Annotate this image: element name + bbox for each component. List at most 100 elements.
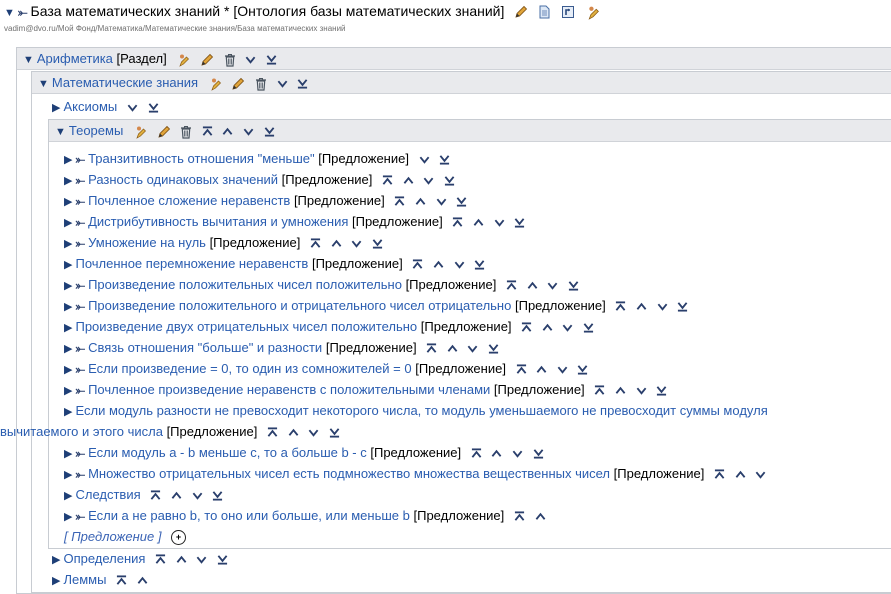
move-up-icon[interactable]: [137, 575, 148, 586]
move-up-icon[interactable]: [222, 126, 233, 137]
move-down-icon[interactable]: [454, 259, 465, 270]
expand-toggle-icon[interactable]: ▶: [64, 276, 72, 296]
move-bottom-icon[interactable]: [488, 343, 499, 354]
move-up-icon[interactable]: [403, 175, 414, 186]
move-down-icon[interactable]: [436, 196, 447, 207]
move-top-icon[interactable]: [615, 301, 626, 312]
move-top-icon[interactable]: [310, 238, 321, 249]
pencil-icon[interactable]: [231, 77, 245, 91]
move-down-icon[interactable]: [494, 217, 505, 228]
move-up-icon[interactable]: [536, 364, 547, 375]
edit-icon[interactable]: [176, 53, 190, 67]
expand-toggle-icon[interactable]: ▶: [64, 360, 72, 380]
move-bottom-icon[interactable]: [439, 154, 450, 165]
item-label[interactable]: Дистрибутивность вычитания и умножения: [88, 214, 348, 229]
item-label[interactable]: Произведение двух отрицательных чисел по…: [75, 319, 417, 334]
item-label[interactable]: Транзитивность отношения "меньше": [88, 151, 315, 166]
move-down-icon[interactable]: [308, 427, 319, 438]
move-top-icon[interactable]: [514, 511, 525, 522]
item-label[interactable]: Если модуль a - b меньше c, то a больше …: [88, 445, 367, 460]
expand-toggle-icon[interactable]: ▶: [64, 192, 72, 212]
move-top-icon[interactable]: [452, 217, 463, 228]
move-up-icon[interactable]: [527, 280, 538, 291]
move-top-icon[interactable]: [471, 448, 482, 459]
expand-toggle-icon[interactable]: ▶: [64, 171, 72, 191]
move-top-icon[interactable]: [202, 126, 213, 137]
expand-toggle-icon[interactable]: ▶: [64, 465, 72, 485]
move-up-icon[interactable]: [433, 259, 444, 270]
pencil-icon[interactable]: [514, 5, 528, 19]
item-label[interactable]: Множество отрицательных чисел есть подмн…: [88, 466, 610, 481]
section-label[interactable]: Арифметика: [37, 51, 113, 66]
move-down-icon[interactable]: [557, 364, 568, 375]
item-label[interactable]: Произведение положительных чисел положит…: [88, 277, 402, 292]
move-up-icon[interactable]: [331, 238, 342, 249]
item-label[interactable]: Если a не равно b, то оно или больше, ил…: [88, 508, 410, 523]
expand-toggle-icon[interactable]: ▶: [64, 402, 72, 422]
knowledge-base-title[interactable]: База математических знаний * [Онтология …: [31, 3, 505, 19]
export-icon[interactable]: [561, 5, 575, 19]
move-down-icon[interactable]: [636, 385, 647, 396]
trash-icon[interactable]: [255, 77, 267, 91]
expand-toggle-icon[interactable]: ▶: [64, 234, 72, 254]
move-bottom-icon[interactable]: [264, 126, 275, 137]
move-down-icon[interactable]: [351, 238, 362, 249]
move-top-icon[interactable]: [516, 364, 527, 375]
edit-icon[interactable]: [208, 77, 222, 91]
expand-toggle-icon[interactable]: ▶: [64, 486, 72, 506]
move-down-icon[interactable]: [277, 78, 288, 89]
move-bottom-icon[interactable]: [474, 259, 485, 270]
pencil-icon[interactable]: [200, 53, 214, 67]
move-bottom-icon[interactable]: [266, 54, 277, 65]
trash-icon[interactable]: [224, 53, 236, 67]
move-up-icon[interactable]: [535, 511, 546, 522]
move-bottom-icon[interactable]: [456, 196, 467, 207]
move-down-icon[interactable]: [127, 102, 138, 113]
item-label[interactable]: Разность одинаковых значений: [88, 172, 278, 187]
expand-toggle-icon[interactable]: ▶: [64, 381, 72, 401]
move-top-icon[interactable]: [116, 575, 127, 586]
expand-toggle-icon[interactable]: ▶: [64, 150, 72, 170]
move-top-icon[interactable]: [506, 280, 517, 291]
move-up-icon[interactable]: [415, 196, 426, 207]
move-bottom-icon[interactable]: [533, 448, 544, 459]
item-label[interactable]: Если модуль разности не превосходит неко…: [75, 403, 767, 418]
move-up-icon[interactable]: [542, 322, 553, 333]
move-up-icon[interactable]: [473, 217, 484, 228]
move-bottom-icon[interactable]: [568, 280, 579, 291]
move-top-icon[interactable]: [267, 427, 278, 438]
collapse-toggle-icon[interactable]: ▼: [23, 50, 34, 70]
expand-toggle-icon[interactable]: ▶: [64, 339, 72, 359]
item-label[interactable]: Связь отношения "больше" и разности: [88, 340, 322, 355]
move-down-icon[interactable]: [547, 280, 558, 291]
move-up-icon[interactable]: [636, 301, 647, 312]
move-top-icon[interactable]: [150, 490, 161, 501]
move-down-icon[interactable]: [419, 154, 430, 165]
item-label[interactable]: Почленное сложение неравенств: [88, 193, 290, 208]
move-bottom-icon[interactable]: [297, 78, 308, 89]
expand-toggle-icon[interactable]: ▶: [64, 297, 72, 317]
item-label[interactable]: Почленное перемножение неравенств: [75, 256, 308, 271]
move-up-icon[interactable]: [288, 427, 299, 438]
expand-toggle-icon[interactable]: ▶: [64, 255, 72, 275]
move-down-icon[interactable]: [512, 448, 523, 459]
expand-toggle-icon[interactable]: ▶: [64, 213, 72, 233]
move-bottom-icon[interactable]: [372, 238, 383, 249]
move-top-icon[interactable]: [594, 385, 605, 396]
move-bottom-icon[interactable]: [217, 554, 228, 565]
collapse-toggle-icon[interactable]: ▼: [55, 122, 66, 142]
move-top-icon[interactable]: [382, 175, 393, 186]
item-label[interactable]: Почленное произведение неравенств с поло…: [88, 382, 490, 397]
lemmas-label[interactable]: Леммы: [63, 572, 106, 587]
move-bottom-icon[interactable]: [212, 490, 223, 501]
edit-icon[interactable]: [133, 125, 147, 139]
move-bottom-icon[interactable]: [329, 427, 340, 438]
pencil-icon[interactable]: [157, 125, 171, 139]
axioms-label[interactable]: Аксиомы: [63, 99, 117, 114]
trash-icon[interactable]: [180, 125, 192, 139]
move-bottom-icon[interactable]: [656, 385, 667, 396]
expand-toggle-icon[interactable]: ▶: [52, 550, 60, 570]
document-icon[interactable]: [538, 5, 551, 19]
move-up-icon[interactable]: [491, 448, 502, 459]
move-top-icon[interactable]: [426, 343, 437, 354]
